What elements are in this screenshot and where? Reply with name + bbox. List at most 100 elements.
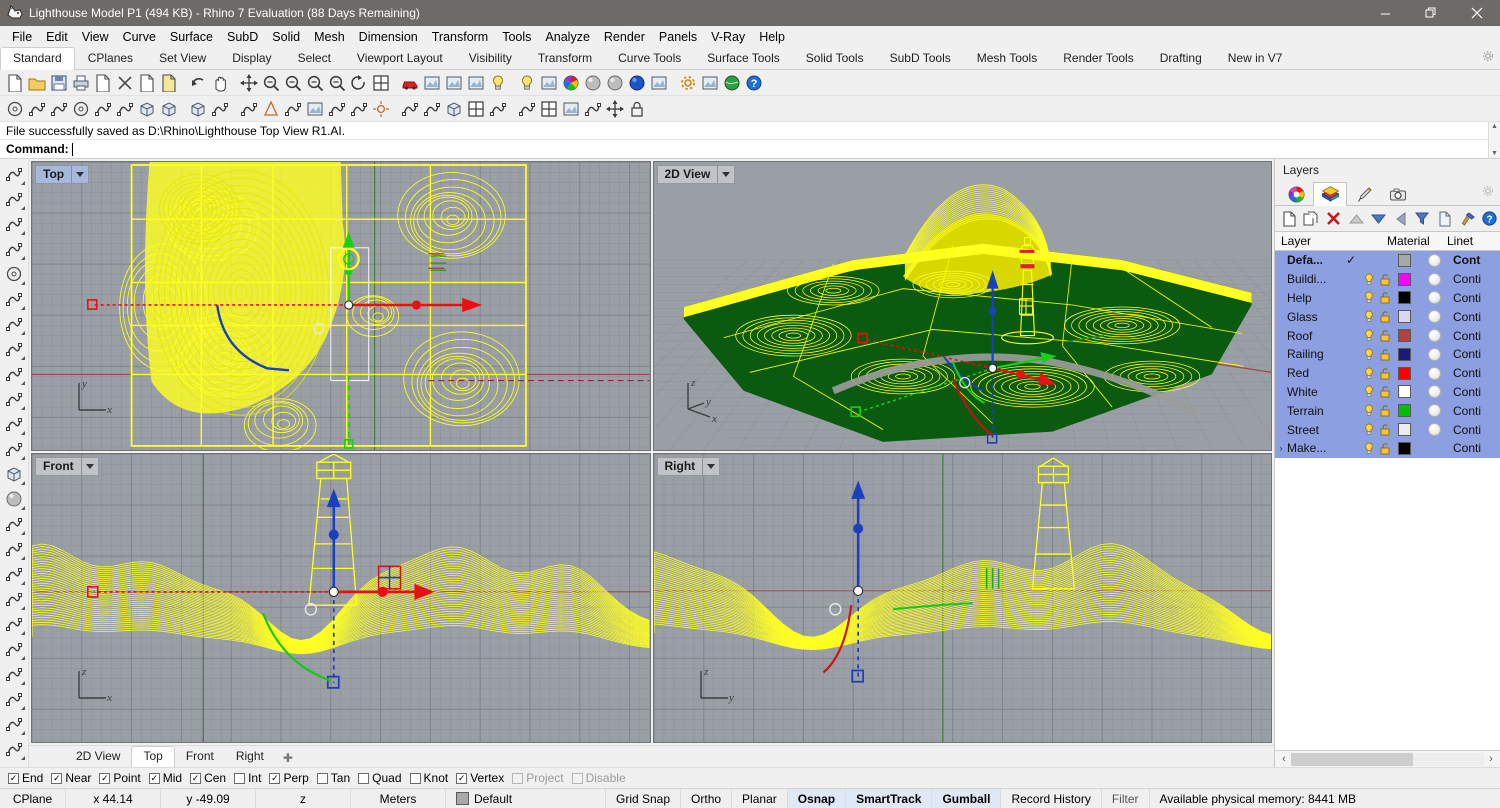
polygon-icon[interactable] [2, 362, 26, 386]
command-scroll-up-icon[interactable]: ▲ [1489, 122, 1500, 131]
osnap-checkbox[interactable]: ✓ [149, 773, 160, 784]
control-point-curve-icon[interactable] [2, 237, 26, 261]
layer-material-ball[interactable] [1415, 254, 1453, 267]
scroll-right-icon[interactable]: › [1484, 753, 1498, 765]
array-icon[interactable] [2, 662, 26, 686]
status-toggle-record-history[interactable]: Record History [1001, 789, 1101, 808]
undo-arrow-icon[interactable] [187, 72, 208, 93]
layer-lock-icon[interactable] [1377, 348, 1393, 361]
help-icon[interactable]: ? [1480, 208, 1500, 229]
lines-icon[interactable] [399, 98, 420, 119]
scroll-left-icon[interactable]: ‹ [1277, 753, 1291, 765]
print-icon[interactable] [70, 72, 91, 93]
trim-icon[interactable] [516, 98, 537, 119]
layer-lock-icon[interactable] [1377, 442, 1393, 455]
layer-visibility-bulb-icon[interactable] [1361, 310, 1377, 323]
hatch-icon[interactable] [2, 587, 26, 611]
sphere-gray-icon[interactable] [582, 72, 603, 93]
layer-color-swatch[interactable] [1393, 291, 1415, 304]
toolbar-tab-cplanes[interactable]: CPlanes [75, 47, 146, 69]
viewport-tab-right[interactable]: Right [225, 747, 275, 767]
layer-color-swatch[interactable] [1393, 367, 1415, 380]
open-folder-icon[interactable] [26, 72, 47, 93]
layer-expander-icon[interactable]: › [1275, 443, 1287, 453]
cone-icon[interactable] [260, 98, 281, 119]
layer-material-ball[interactable] [1415, 273, 1453, 286]
layer-material-ball[interactable] [1415, 310, 1453, 323]
delete-x-icon[interactable] [114, 72, 135, 93]
status-toggle-ortho[interactable]: Ortho [681, 789, 732, 808]
toolbar-tab-new-in-v7[interactable]: New in V7 [1215, 47, 1296, 69]
osnap-checkbox[interactable] [410, 773, 421, 784]
pan-hand-icon[interactable] [209, 72, 230, 93]
menu-item-help[interactable]: Help [752, 27, 792, 47]
move-layer-up-icon[interactable] [1346, 208, 1366, 229]
viewport-label-right[interactable]: Right [657, 457, 721, 476]
toolbar-tab-mesh-tools[interactable]: Mesh Tools [964, 47, 1050, 69]
osnap-checkbox[interactable]: ✓ [99, 773, 110, 784]
layer-row[interactable]: Buildi...Conti [1275, 270, 1500, 289]
status-toggle-gumball[interactable]: Gumball [932, 789, 1001, 808]
trim-icon[interactable] [2, 712, 26, 736]
layer-lock-icon[interactable] [1377, 404, 1393, 417]
viewport-label-2d-view[interactable]: 2D View [657, 165, 736, 184]
osnap-int[interactable]: Int [232, 771, 267, 785]
dimension-icon[interactable] [2, 562, 26, 586]
copy-icon[interactable] [136, 72, 157, 93]
sphere-blue-icon[interactable] [626, 72, 647, 93]
layer-row[interactable]: RoofConti [1275, 326, 1500, 345]
status-toggle-filter[interactable]: Filter [1102, 789, 1150, 808]
spotlight-icon[interactable] [516, 72, 537, 93]
scrollbar-thumb[interactable] [1291, 753, 1413, 766]
status-units[interactable]: Meters [351, 789, 446, 808]
add-viewport-tab-icon[interactable]: ✚ [275, 749, 301, 767]
osnap-checkbox[interactable] [234, 773, 245, 784]
menu-item-render[interactable]: Render [597, 27, 652, 47]
arc-icon[interactable] [48, 98, 69, 119]
four-view-icon[interactable] [370, 72, 391, 93]
select-arrow-icon[interactable] [2, 162, 26, 186]
layer-lock-icon[interactable] [1377, 423, 1393, 436]
rectangle-icon[interactable] [2, 337, 26, 361]
layer-visibility-bulb-icon[interactable] [1361, 348, 1377, 361]
new-file-icon[interactable] [4, 72, 25, 93]
menu-item-v-ray[interactable]: V-Ray [704, 27, 752, 47]
car-render-icon[interactable] [399, 72, 420, 93]
panel-tab-camera-icon[interactable] [1381, 182, 1415, 205]
osnap-quad[interactable]: Quad [356, 771, 407, 785]
osnap-point[interactable]: ✓Point [97, 771, 146, 785]
fillet-icon[interactable] [2, 687, 26, 711]
toolbar-tab-drafting[interactable]: Drafting [1147, 47, 1215, 69]
section-icon[interactable] [582, 98, 603, 119]
box-side-icon[interactable] [158, 98, 179, 119]
point-icon[interactable] [2, 187, 26, 211]
minimize-button[interactable] [1362, 0, 1408, 26]
curve-circle-icon[interactable] [4, 98, 25, 119]
polyline-icon[interactable] [2, 212, 26, 236]
box-new-icon[interactable] [187, 98, 208, 119]
toolbar-tab-render-tools[interactable]: Render Tools [1050, 47, 1147, 69]
layer-visibility-bulb-icon[interactable] [1361, 404, 1377, 417]
layer-row[interactable]: StreetConti [1275, 420, 1500, 439]
layer-color-swatch[interactable] [1393, 329, 1415, 342]
zoom-window-icon[interactable] [282, 72, 303, 93]
viewport-right[interactable]: Right z y [653, 453, 1273, 743]
layer-visibility-bulb-icon[interactable] [1361, 329, 1377, 342]
layer-lock-icon[interactable] [1377, 385, 1393, 398]
status-toggle-planar[interactable]: Planar [732, 789, 788, 808]
osnap-end[interactable]: ✓End [6, 771, 49, 785]
layer-material-ball[interactable] [1415, 385, 1453, 398]
save-icon[interactable] [48, 72, 69, 93]
osnap-checkbox[interactable]: ✓ [269, 773, 280, 784]
viewport-top[interactable]: Top y x [31, 161, 651, 451]
status-toggle-osnap[interactable]: Osnap [788, 789, 846, 808]
layer-color-swatch[interactable] [1393, 404, 1415, 417]
sphere-shaded-icon[interactable] [604, 72, 625, 93]
layer-row[interactable]: TerrainConti [1275, 401, 1500, 420]
grid-icon[interactable] [538, 98, 559, 119]
move-layer-down-icon[interactable] [1368, 208, 1388, 229]
viewport-2d-view[interactable]: 2D View z y x [653, 161, 1273, 451]
menu-item-transform[interactable]: Transform [425, 27, 496, 47]
layer-visibility-bulb-icon[interactable] [1361, 367, 1377, 380]
render-preview-icon[interactable] [421, 72, 442, 93]
